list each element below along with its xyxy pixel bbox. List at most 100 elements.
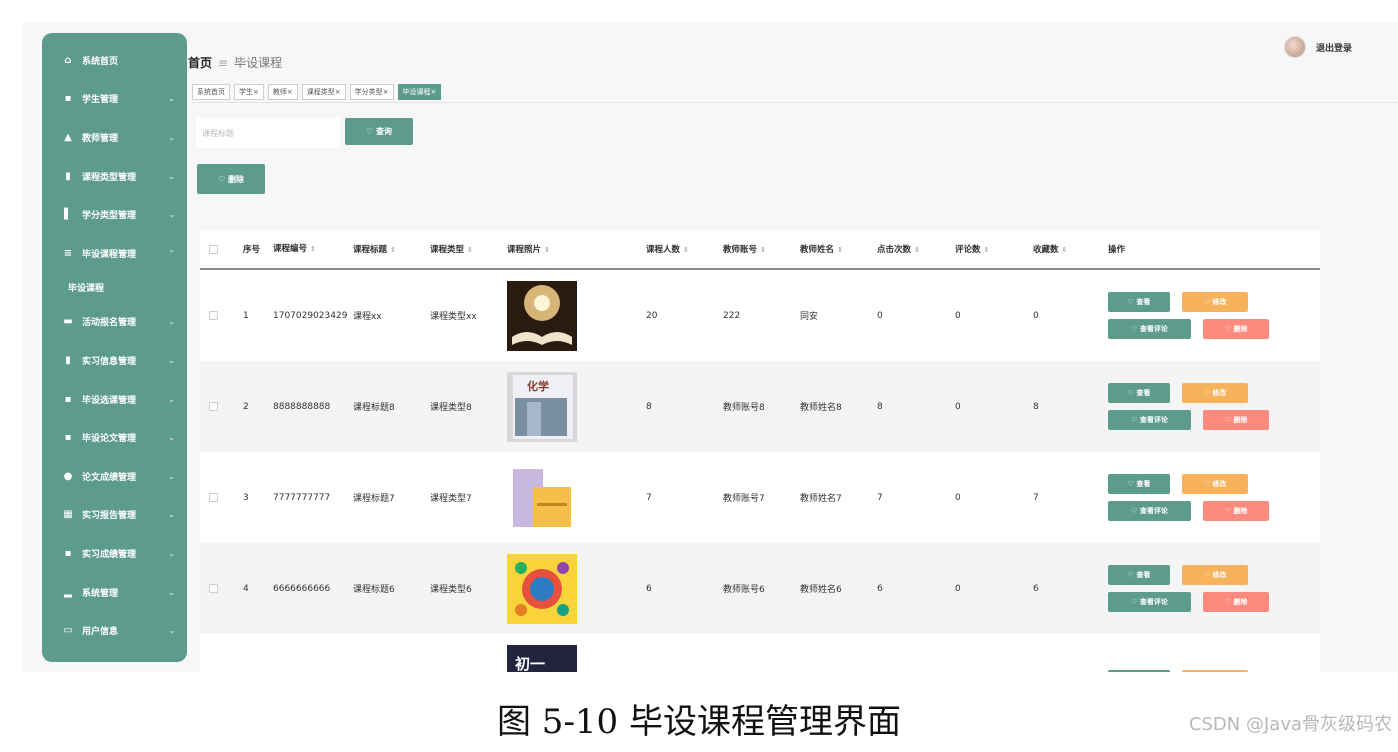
- view-button[interactable]: ♡ 查看: [1108, 474, 1170, 494]
- header-num[interactable]: 课程人数 ⇕: [638, 243, 715, 255]
- course-photo[interactable]: 化学: [507, 371, 577, 442]
- sidebar-item-label: 毕设论文管理: [82, 434, 137, 445]
- sidebar-item-13[interactable]: ▂ 系统管理 ⌄: [42, 573, 187, 612]
- row-checkbox[interactable]: [209, 493, 218, 502]
- sidebar-item-2[interactable]: ▲ 教师管理 ⌄: [42, 118, 187, 157]
- header-teacher-account[interactable]: 教师账号 ⇕: [715, 243, 792, 255]
- course-title: 课程标题8: [353, 403, 395, 413]
- row-checkbox[interactable]: [209, 402, 218, 411]
- course-photo[interactable]: 初一: [507, 644, 577, 673]
- search-button[interactable]: ♡ 查询: [345, 118, 413, 145]
- tab-5[interactable]: 毕设课程×: [397, 84, 442, 100]
- teacher-account: 教师账号7: [723, 494, 765, 504]
- header-num-label: 课程人数: [646, 245, 681, 255]
- row-select-cell: [200, 311, 235, 320]
- header-title[interactable]: 课程标题 ⇕: [345, 243, 422, 255]
- tab-0[interactable]: 系统首页: [192, 84, 230, 100]
- avatar[interactable]: [1283, 36, 1306, 58]
- header-photo[interactable]: 课程照片 ⇕: [499, 243, 638, 255]
- edit-button[interactable]: ♡ 修改: [1182, 474, 1248, 494]
- sidebar-item-9[interactable]: ▪ 毕设论文管理 ⌄: [42, 418, 187, 457]
- clipboard-icon: ▮: [65, 170, 71, 182]
- sort-icon[interactable]: ⇕: [310, 245, 316, 253]
- sidebar-item-label: 系统管理: [82, 588, 119, 599]
- sidebar-item-3[interactable]: ▮ 课程类型管理 ⌄: [42, 157, 187, 196]
- sidebar-subitem-course[interactable]: 毕设课程: [42, 273, 187, 303]
- header-code[interactable]: 课程编号 ⇕: [265, 241, 345, 257]
- teacher-name: 同安: [800, 312, 819, 322]
- course-photo[interactable]: [507, 553, 577, 624]
- search-input[interactable]: 课程标题: [196, 118, 340, 148]
- click-count: 0: [877, 310, 883, 321]
- sidebar-item-0[interactable]: ⌂ 系统首页: [42, 41, 187, 80]
- chevron-icon: ⌄: [168, 210, 175, 220]
- sort-icon[interactable]: ⇕: [683, 246, 689, 254]
- edit-button[interactable]: ♡ 修改: [1182, 292, 1248, 312]
- header-type[interactable]: 课程类型 ⇕: [422, 243, 499, 255]
- header-click-label: 点击次数: [877, 245, 912, 255]
- sort-icon[interactable]: ⇕: [837, 246, 843, 254]
- select-all-checkbox[interactable]: [209, 244, 218, 254]
- row-checkbox[interactable]: [209, 311, 218, 320]
- edit-button[interactable]: ♡ 修改: [1182, 565, 1248, 585]
- view-button[interactable]: ♡ 查看: [1108, 565, 1170, 585]
- row-actions: ♡ 查看 ♡ 修改 ♡ 查看评论 ♡ 删除: [1108, 383, 1278, 430]
- sort-icon[interactable]: ⇕: [760, 246, 766, 254]
- row-index: 4: [243, 583, 249, 594]
- sort-icon[interactable]: ⇕: [390, 246, 396, 254]
- course-capacity: 20: [646, 310, 658, 321]
- tab-2[interactable]: 教师×: [267, 84, 298, 100]
- course-title: 课程xx: [353, 312, 382, 322]
- tab-1[interactable]: 学生×: [234, 84, 264, 100]
- sidebar-item-7[interactable]: ▮ 实习信息管理 ⌄: [42, 341, 187, 380]
- sidebar-item-12[interactable]: ▪ 实习成绩管理 ⌄: [42, 534, 187, 573]
- sort-icon[interactable]: ⇕: [467, 246, 473, 254]
- breadcrumb-home[interactable]: 首页: [188, 54, 212, 71]
- sort-icon[interactable]: ⇕: [544, 246, 550, 254]
- edit-button[interactable]: ♡ 修改: [1182, 669, 1248, 672]
- sidebar-item-4[interactable]: ▌ 学分类型管理 ⌄: [42, 195, 187, 234]
- sidebar-item-10[interactable]: ● 论文成绩管理 ⌄: [42, 457, 187, 496]
- sort-icon[interactable]: ⇕: [984, 246, 990, 254]
- chevron-icon: ⌄: [168, 94, 175, 104]
- sidebar-item-1[interactable]: ▪ 学生管理 ⌄: [42, 80, 187, 119]
- sidebar-item-5[interactable]: ≡ 毕设课程管理 ⌃: [42, 234, 187, 273]
- header-teacher-name[interactable]: 教师姓名 ⇕: [792, 243, 869, 255]
- sort-icon[interactable]: ⇕: [1062, 246, 1068, 254]
- header-favorites[interactable]: 收藏数 ⇕: [1025, 243, 1100, 255]
- sidebar-item-label: 学生管理: [82, 95, 119, 106]
- chevron-icon: ⌄: [168, 394, 175, 404]
- sidebar-item-6[interactable]: ▬ 活动报名管理 ⌄: [42, 303, 187, 342]
- breadcrumb: 首页 ≡ 毕设课程: [188, 54, 282, 71]
- sidebar-item-label: 实习报告管理: [82, 511, 137, 522]
- sidebar: ⌂ 系统首页 ▪ 学生管理 ⌄ ▲ 教师管理 ⌄ ▮ 课程类型管理 ⌄ ▌ 学分类型管理 ⌄ ≡ 毕设课程管理…: [42, 33, 187, 662]
- sidebar-item-8[interactable]: ▪ 毕设选课管理 ⌄: [42, 380, 187, 419]
- grid-icon: ▪: [64, 547, 72, 559]
- edit-button[interactable]: ♡ 修改: [1182, 383, 1248, 403]
- bulk-delete-button[interactable]: ♡ 删除: [197, 164, 265, 194]
- sort-icon[interactable]: ⇕: [914, 246, 920, 254]
- delete-button[interactable]: ♡ 删除: [1203, 319, 1269, 339]
- tab-3[interactable]: 课程类型×: [301, 84, 346, 100]
- logout-link[interactable]: 退出登录: [1316, 41, 1352, 54]
- header-comments[interactable]: 评论数 ⇕: [947, 243, 1025, 255]
- view-button[interactable]: ♡ 查看: [1108, 383, 1170, 403]
- row-checkbox[interactable]: [209, 584, 218, 593]
- delete-button[interactable]: ♡ 删除: [1203, 410, 1269, 430]
- sidebar-item-11[interactable]: ▦ 实习报告管理 ⌄: [42, 496, 187, 535]
- delete-button[interactable]: ♡ 删除: [1203, 501, 1269, 521]
- course-photo[interactable]: [507, 462, 577, 533]
- view-comments-button[interactable]: ♡ 查看评论: [1108, 319, 1191, 339]
- view-comments-button[interactable]: ♡ 查看评论: [1108, 410, 1191, 430]
- view-button[interactable]: ♡ 查看: [1108, 292, 1170, 312]
- header-clicks[interactable]: 点击次数 ⇕: [869, 243, 947, 255]
- view-comments-button[interactable]: ♡ 查看评论: [1108, 592, 1191, 612]
- view-button[interactable]: ♡ 查看: [1108, 669, 1170, 672]
- course-photo[interactable]: [507, 280, 577, 351]
- view-comments-button[interactable]: ♡ 查看评论: [1108, 501, 1191, 521]
- sidebar-item-14[interactable]: ▭ 用户信息 ⌄: [42, 611, 187, 650]
- header-ops: 操作: [1108, 245, 1126, 255]
- tab-4[interactable]: 学分类型×: [349, 84, 394, 100]
- photo-cell: 初一: [499, 644, 638, 673]
- delete-button[interactable]: ♡ 删除: [1203, 592, 1269, 612]
